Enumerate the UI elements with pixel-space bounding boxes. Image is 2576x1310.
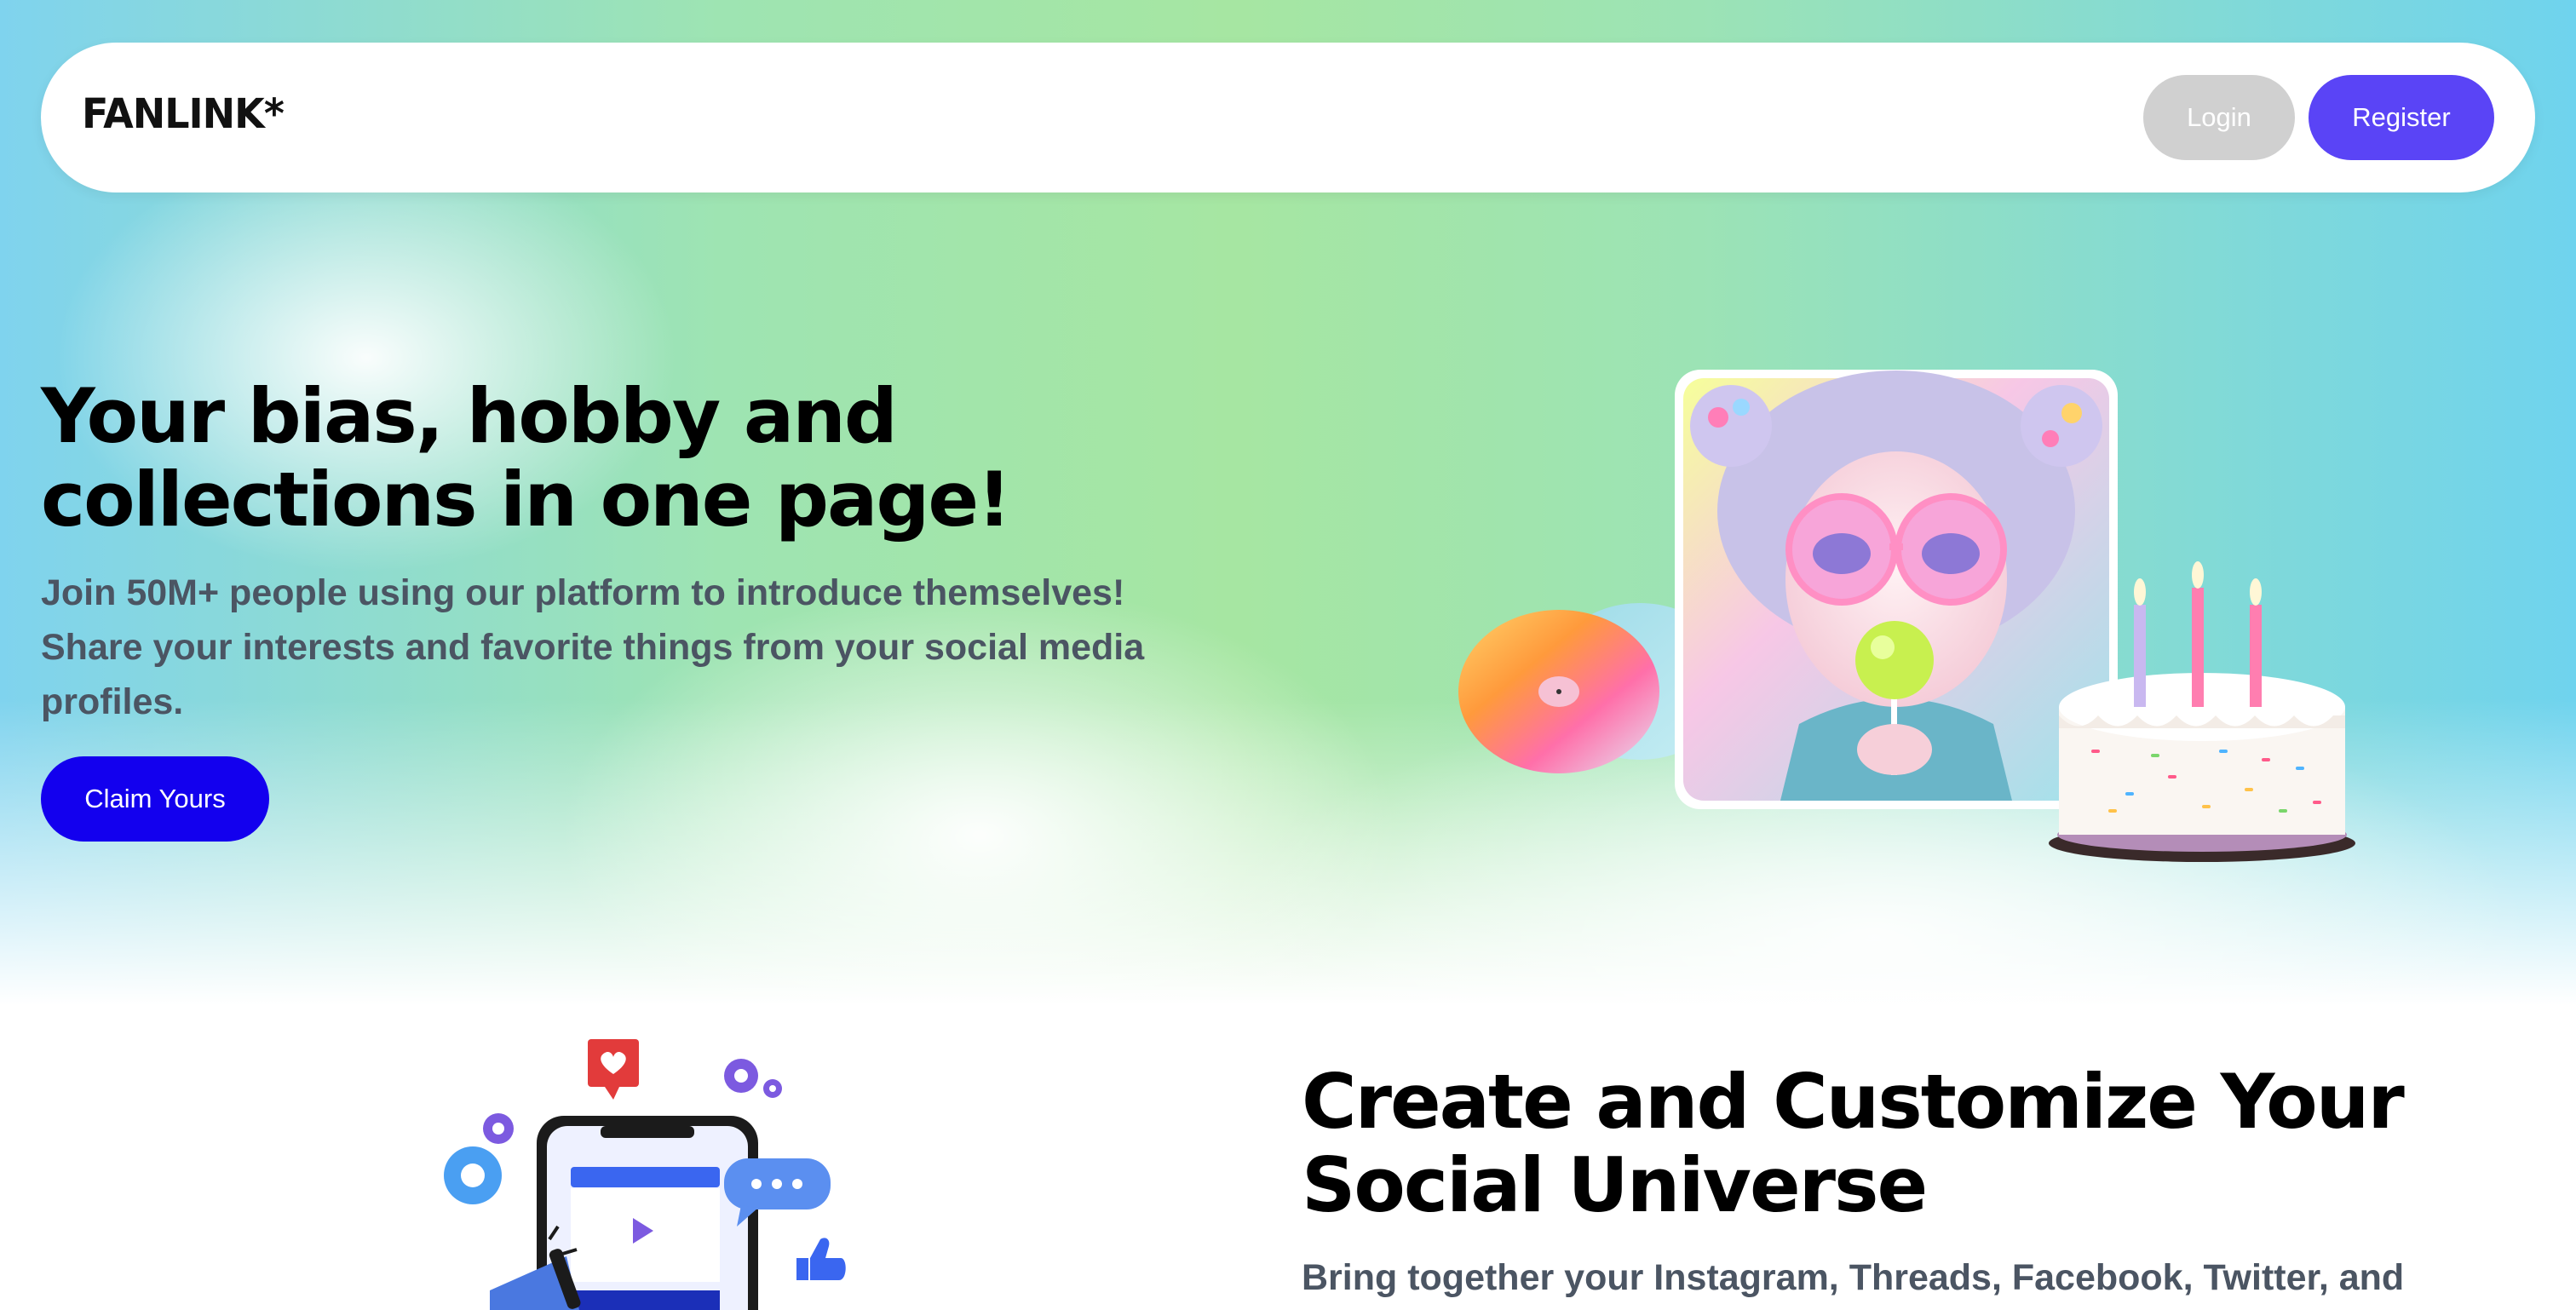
top-navbar: FANLINK* Login Register — [41, 43, 2535, 192]
hero-subtitle-line-1: Join 50M+ people using our platform to i… — [41, 572, 1125, 613]
section-title-line-1: Create and Customize Your — [1302, 1058, 2405, 1146]
hero-title-line-1: Your bias, hobby and — [41, 372, 898, 460]
hero-subtitle: Join 50M+ people using our platform to i… — [41, 566, 1251, 729]
hero-subtitle-line-3: profiles. — [41, 681, 184, 722]
chat-bubble-icon — [724, 1158, 831, 1227]
heart-icon — [588, 1039, 639, 1100]
section-subtitle: Bring together your Instagram, Threads, … — [1302, 1257, 2405, 1298]
birthday-cake-icon — [2049, 561, 2355, 862]
social-media-phone-illustration — [444, 1039, 846, 1310]
hero-subtitle-line-2: Share your interests and favorite things… — [41, 627, 1145, 668]
login-button[interactable]: Login — [2143, 75, 2295, 160]
claim-yours-button[interactable]: Claim Yours — [41, 756, 269, 842]
section-title-line-2: Social Universe — [1302, 1141, 1928, 1229]
register-button[interactable]: Register — [2309, 75, 2494, 160]
thumbs-up-icon — [796, 1238, 846, 1280]
brand-logo[interactable]: FANLINK* — [82, 89, 285, 138]
section-title: Create and Customize Your Social Univers… — [1302, 1060, 2545, 1227]
hero-title-line-2: collections in one page! — [41, 456, 1011, 543]
hero-title: Your bias, hobby and collections in one … — [41, 375, 1148, 542]
